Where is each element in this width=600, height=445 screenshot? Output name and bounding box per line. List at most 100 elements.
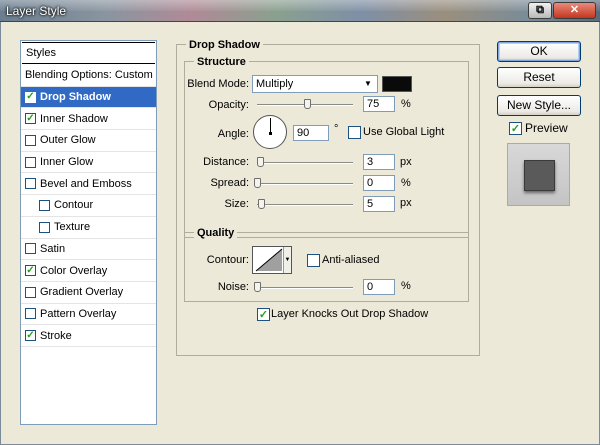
style-checkbox[interactable] <box>25 308 36 320</box>
style-checkbox[interactable] <box>39 221 50 233</box>
close-icon: ✕ <box>569 4 580 16</box>
styles-list-item[interactable]: Pattern Overlay <box>21 304 156 326</box>
size-slider-thumb[interactable] <box>258 199 265 209</box>
styles-list-item[interactable]: Outer Glow <box>21 130 156 152</box>
style-checkbox[interactable] <box>25 91 36 103</box>
spread-input[interactable]: 0 <box>363 175 395 191</box>
angle-label: Angle: <box>217 128 249 140</box>
size-unit: px <box>400 197 412 209</box>
styles-list-item[interactable]: Drop Shadow <box>21 86 156 109</box>
help-icon: ⧉ <box>536 4 544 16</box>
contour-curve-icon <box>255 248 283 272</box>
contour-label: Contour: <box>206 254 249 266</box>
reset-button[interactable]: Reset <box>497 67 581 88</box>
preview-label: Preview <box>525 121 568 135</box>
opacity-slider-thumb[interactable] <box>304 99 311 109</box>
opacity-label: Opacity: <box>208 99 249 111</box>
quality-title: Quality <box>194 227 238 239</box>
angle-needle <box>270 118 271 133</box>
new-style-button[interactable]: New Style... <box>497 95 581 116</box>
styles-list-items: Blending Options: Custom Drop Shadow Inner… <box>21 65 156 347</box>
distance-label: Distance: <box>203 156 249 168</box>
style-label: Gradient Overlay <box>40 286 124 299</box>
noise-slider-track[interactable] <box>257 287 353 289</box>
shadow-color-swatch[interactable] <box>382 76 412 92</box>
styles-list-item[interactable]: Texture <box>21 217 156 239</box>
preview-swatch <box>524 160 555 191</box>
anti-aliased-checkbox[interactable] <box>307 254 320 267</box>
styles-list-item[interactable]: Bevel and Emboss <box>21 173 156 196</box>
styles-list-header[interactable]: Styles <box>22 42 155 64</box>
drop-shadow-title: Drop Shadow <box>186 39 263 51</box>
structure-title: Structure <box>194 56 249 68</box>
opacity-unit: % <box>401 98 411 110</box>
style-checkbox[interactable] <box>25 286 36 298</box>
use-global-light-label: Use Global Light <box>363 126 445 138</box>
style-label: Stroke <box>40 329 72 342</box>
spread-slider-track[interactable] <box>257 183 353 185</box>
blend-mode-value: Multiply <box>256 78 294 90</box>
use-global-light-checkbox[interactable] <box>348 126 361 139</box>
distance-unit: px <box>400 156 412 168</box>
angle-input[interactable]: 90 <box>293 125 329 141</box>
distance-slider-track[interactable] <box>257 162 353 164</box>
spread-unit: % <box>401 177 411 189</box>
distance-slider-thumb[interactable] <box>257 157 264 167</box>
style-label: Inner Shadow <box>40 112 108 125</box>
chevron-down-icon: ▼ <box>283 247 291 273</box>
style-label: Satin <box>40 242 66 255</box>
style-label: Color Overlay <box>40 264 108 277</box>
contour-picker[interactable]: ▼ <box>252 246 292 274</box>
close-button[interactable]: ✕ <box>553 2 596 19</box>
styles-list-item[interactable]: Gradient Overlay <box>21 282 156 304</box>
spread-slider-thumb[interactable] <box>254 178 261 188</box>
help-button[interactable]: ⧉ <box>528 2 552 19</box>
size-input[interactable]: 5 <box>363 196 395 212</box>
blend-mode-select[interactable]: Multiply ▼ <box>252 75 378 93</box>
spread-label: Spread: <box>210 177 249 189</box>
style-label: Drop Shadow <box>40 91 111 104</box>
styles-list-item[interactable]: Satin <box>21 239 156 261</box>
style-label: Contour <box>54 199 94 212</box>
size-slider-track[interactable] <box>257 204 353 206</box>
styles-list-item[interactable]: Blending Options: Custom <box>21 65 156 87</box>
layer-style-dialog: Styles Blending Options: Custom Drop Shad… <box>0 22 600 445</box>
anti-aliased-label: Anti-aliased <box>322 254 380 266</box>
angle-dial[interactable] <box>253 115 287 149</box>
style-checkbox[interactable] <box>39 199 50 211</box>
style-checkbox[interactable] <box>25 156 36 168</box>
style-checkbox[interactable] <box>25 330 36 342</box>
style-checkbox[interactable] <box>25 113 36 125</box>
styles-list-item[interactable]: Color Overlay <box>21 260 156 282</box>
preview-box <box>507 143 570 206</box>
window-title: Layer Style <box>6 4 67 18</box>
styles-list: Styles Blending Options: Custom Drop Shad… <box>20 40 157 425</box>
layer-knocks-out-checkbox[interactable] <box>257 308 270 321</box>
noise-label: Noise: <box>217 281 249 293</box>
style-label: Inner Glow <box>40 156 94 169</box>
style-label: Bevel and Emboss <box>40 177 132 190</box>
styles-list-item[interactable]: Stroke <box>21 325 156 347</box>
styles-list-item[interactable]: Contour <box>21 195 156 217</box>
style-checkbox[interactable] <box>25 178 36 190</box>
layer-knocks-out-label: Layer Knocks Out Drop Shadow <box>271 308 429 320</box>
style-checkbox[interactable] <box>25 265 36 277</box>
chevron-down-icon: ▼ <box>364 79 372 88</box>
style-checkbox[interactable] <box>25 243 36 255</box>
ok-button[interactable]: OK <box>497 41 581 62</box>
style-label: Pattern Overlay <box>40 307 117 320</box>
style-checkbox[interactable] <box>25 134 36 146</box>
size-label: Size: <box>224 198 249 210</box>
distance-input[interactable]: 3 <box>363 154 395 170</box>
styles-list-item[interactable]: Inner Shadow <box>21 108 156 131</box>
style-label: Texture <box>54 221 91 234</box>
noise-unit: % <box>401 280 411 292</box>
title-bar: Layer Style ⧉ ✕ <box>0 0 600 22</box>
style-label: Outer Glow <box>40 134 96 147</box>
preview-checkbox[interactable] <box>509 122 522 135</box>
styles-list-item[interactable]: Inner Glow <box>21 152 156 174</box>
noise-slider-thumb[interactable] <box>254 282 261 292</box>
angle-unit: ° <box>334 123 339 135</box>
opacity-input[interactable]: 75 <box>363 96 395 112</box>
noise-input[interactable]: 0 <box>363 279 395 295</box>
